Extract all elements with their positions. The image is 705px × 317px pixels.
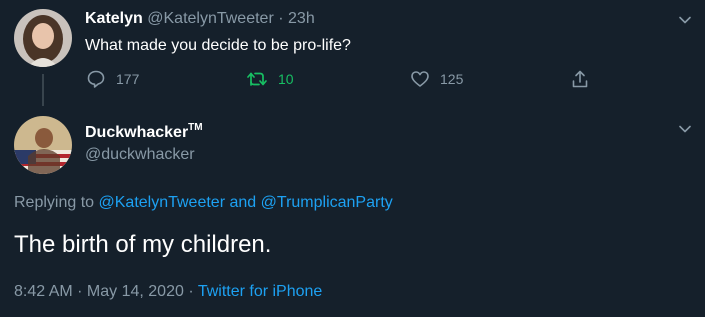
parent-handle[interactable]: @KatelynTweeter <box>147 10 274 27</box>
chevron-down-icon[interactable] <box>677 12 693 28</box>
parent-tweet-header: Katelyn @KatelynTweeter · 23h <box>85 10 315 28</box>
replying-user-link[interactable]: @KatelynTweeter <box>99 194 226 211</box>
retweet-button[interactable]: 10 <box>246 68 294 90</box>
replying-user-link[interactable]: @TrumplicanParty <box>261 194 393 211</box>
parent-display-name[interactable]: Katelyn <box>85 10 143 27</box>
like-button[interactable]: 125 <box>410 68 463 90</box>
duckwhacker-avatar[interactable] <box>14 116 72 174</box>
trademark-mark: TM <box>188 122 203 133</box>
katelyn-avatar[interactable] <box>14 9 72 67</box>
chevron-down-icon[interactable] <box>677 121 693 137</box>
thread-connector-line <box>42 74 44 106</box>
replying-and: and <box>229 194 257 211</box>
reply-tweet-text: The birth of my children. <box>14 231 272 258</box>
tweet-timestamp[interactable]: 8:42 AM · May 14, 2020 <box>14 283 184 300</box>
replying-prefix: Replying to <box>14 194 95 211</box>
reply-count: 177 <box>116 71 140 87</box>
reply-handle[interactable]: @duckwhacker <box>85 146 195 164</box>
retweet-icon <box>247 72 267 86</box>
reply-button[interactable]: 177 <box>86 68 139 90</box>
meta-separator: · <box>188 283 194 300</box>
tweet-metadata: 8:42 AM · May 14, 2020 · Twitter for iPh… <box>14 283 322 301</box>
share-button[interactable] <box>570 68 600 90</box>
heart-icon <box>411 71 429 87</box>
replying-to-line: Replying to @KatelynTweeter and @Trumpli… <box>14 194 393 212</box>
parent-separator: · <box>278 10 284 27</box>
retweet-count: 10 <box>278 71 294 87</box>
comment-icon <box>87 70 105 88</box>
parent-timestamp[interactable]: 23h <box>288 10 315 27</box>
reply-display-name[interactable]: DuckwhackerTM <box>85 122 203 142</box>
like-count: 125 <box>440 71 464 87</box>
parent-tweet-text: What made you decide to be pro-life? <box>85 37 351 54</box>
share-icon <box>572 70 588 88</box>
tweet-source-link[interactable]: Twitter for iPhone <box>198 283 323 300</box>
